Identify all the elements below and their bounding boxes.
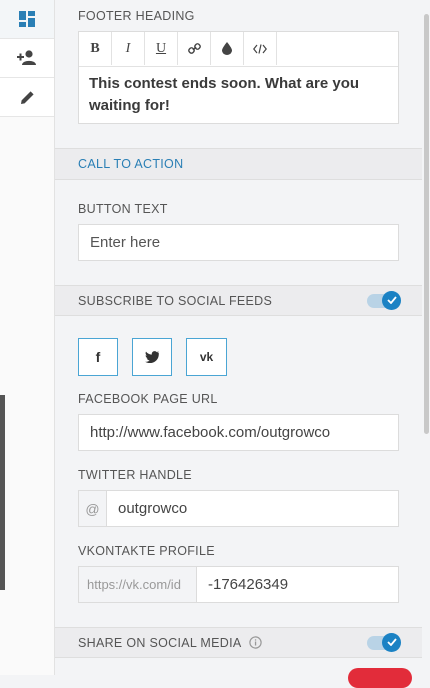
settings-panel: FOOTER HEADING B I U This contest ends s… xyxy=(55,0,422,675)
chat-bubble[interactable] xyxy=(348,668,412,688)
vk-button[interactable]: vk xyxy=(186,338,227,376)
code-icon xyxy=(253,43,267,54)
check-icon xyxy=(386,296,397,304)
facebook-url-value: http://www.facebook.com/outgrowco xyxy=(90,424,331,441)
twitter-handle-value: outgrowco xyxy=(118,500,188,517)
cta-section-title: CALL TO ACTION xyxy=(78,157,184,171)
twitter-icon xyxy=(145,351,159,363)
scrollbar-thumb[interactable] xyxy=(424,14,429,434)
facebook-url-label: FACEBOOK PAGE URL xyxy=(78,392,218,406)
vk-profile-label: VKONTAKTE PROFILE xyxy=(78,544,215,558)
twitter-handle-label: TWITTER HANDLE xyxy=(78,468,192,482)
subscribe-toggle[interactable] xyxy=(367,290,401,310)
twitter-handle-input[interactable]: @ outgrowco xyxy=(78,490,399,527)
left-rail xyxy=(0,0,55,675)
facebook-icon: f xyxy=(95,349,101,365)
subscribe-section-header: SUBSCRIBE TO SOCIAL FEEDS xyxy=(55,285,422,316)
cta-section-header[interactable]: CALL TO ACTION xyxy=(55,148,422,180)
footer-heading-text[interactable]: This contest ends soon. What are you wai… xyxy=(79,67,398,123)
vk-profile-value: -176426349 xyxy=(208,576,289,593)
link-icon xyxy=(187,43,201,54)
check-icon xyxy=(386,638,397,646)
bold-button[interactable]: B xyxy=(79,32,112,65)
share-section-title: SHARE ON SOCIAL MEDIA xyxy=(78,635,242,650)
footer-heading-editor[interactable]: B I U This contest ends soon. What are y… xyxy=(78,31,399,124)
code-button[interactable] xyxy=(244,32,277,65)
toggle-knob xyxy=(382,632,401,652)
drop-icon xyxy=(222,42,232,55)
link-button[interactable] xyxy=(178,32,211,65)
facebook-button[interactable]: f xyxy=(78,338,118,376)
share-toggle[interactable] xyxy=(367,632,401,652)
pencil-icon xyxy=(20,90,34,104)
rail-item-dashboard[interactable] xyxy=(0,0,54,39)
button-text-input[interactable]: Enter here xyxy=(78,224,399,261)
vk-icon: vk xyxy=(199,350,214,364)
toggle-knob xyxy=(382,290,401,310)
rail-item-add-user[interactable] xyxy=(0,39,54,78)
color-button[interactable] xyxy=(211,32,244,65)
subscribe-section-title: SUBSCRIBE TO SOCIAL FEEDS xyxy=(78,293,273,308)
editor-toolbar: B I U xyxy=(79,32,398,67)
vk-prefix: https://vk.com/id xyxy=(79,567,197,602)
twitter-button[interactable] xyxy=(132,338,172,376)
rail-item-edit[interactable] xyxy=(0,78,54,117)
facebook-url-input[interactable]: http://www.facebook.com/outgrowco xyxy=(78,414,399,451)
underline-button[interactable]: U xyxy=(145,32,178,65)
share-section-header: SHARE ON SOCIAL MEDIA xyxy=(55,627,422,658)
dashboard-icon xyxy=(19,11,35,27)
button-text-label: BUTTON TEXT xyxy=(78,202,168,216)
footer-heading-label: FOOTER HEADING xyxy=(78,9,195,23)
info-icon[interactable] xyxy=(248,636,262,649)
italic-button[interactable]: I xyxy=(112,32,145,65)
rail-edge-bar xyxy=(0,395,5,590)
button-text-placeholder: Enter here xyxy=(90,234,161,251)
twitter-prefix: @ xyxy=(79,491,107,526)
add-user-icon xyxy=(17,50,36,65)
vk-profile-input[interactable]: https://vk.com/id -176426349 xyxy=(78,566,399,603)
